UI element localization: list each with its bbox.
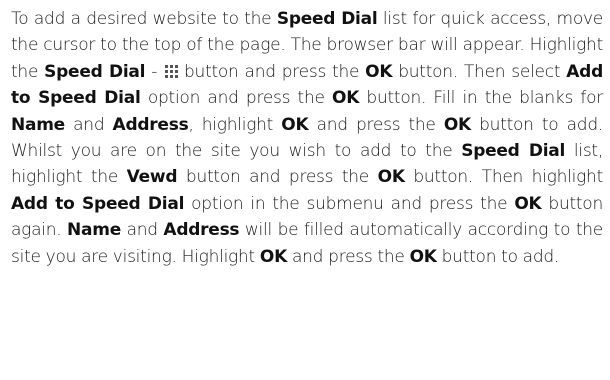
ok-term: OK [259, 246, 288, 267]
ok-term: OK [332, 88, 360, 109]
address-term: Address [163, 220, 240, 241]
speed-dial-term: Speed Dial [276, 9, 378, 29]
vewd-term: Vewd [126, 167, 178, 188]
name-term: Name [11, 114, 65, 135]
ok-term: OK [409, 246, 437, 267]
speed-dial-term: Speed Dial [44, 61, 146, 82]
speed-dial-grid-icon [165, 64, 179, 78]
text-segment: option in the submenu and press the [184, 193, 515, 214]
text-segment: button. Fill in the blanks for [359, 88, 603, 109]
ok-term: OK [443, 114, 471, 135]
text-segment: , highlight [188, 114, 282, 135]
address-term: Address [112, 114, 189, 135]
speed-dial-instructions: To add a desired website to the Speed Di… [11, 6, 603, 270]
name-term: Name [67, 220, 121, 241]
text-segment: button and press the [177, 167, 378, 188]
text-segment: and press the [308, 114, 444, 135]
ok-term: OK [365, 61, 393, 82]
speed-dial-term: Speed Dial [461, 141, 566, 162]
ok-term: OK [281, 114, 309, 135]
ok-term: OK [377, 167, 405, 188]
ok-term: OK [514, 193, 542, 214]
text-segment: To add a desired website to the [11, 9, 277, 29]
text-segment: and [64, 114, 113, 135]
text-segment: button. Then highlight [404, 167, 603, 188]
text-segment: button to add. [436, 246, 560, 267]
text-segment: - [145, 61, 164, 82]
add-to-speed-dial-term: Add to Speed Dial [11, 193, 185, 214]
text-segment: button and press the [178, 61, 366, 82]
text-segment: option and press the [140, 88, 332, 109]
text-segment: and press the [287, 246, 410, 267]
text-segment: and [120, 220, 164, 241]
text-segment: button. Then select [392, 61, 567, 82]
